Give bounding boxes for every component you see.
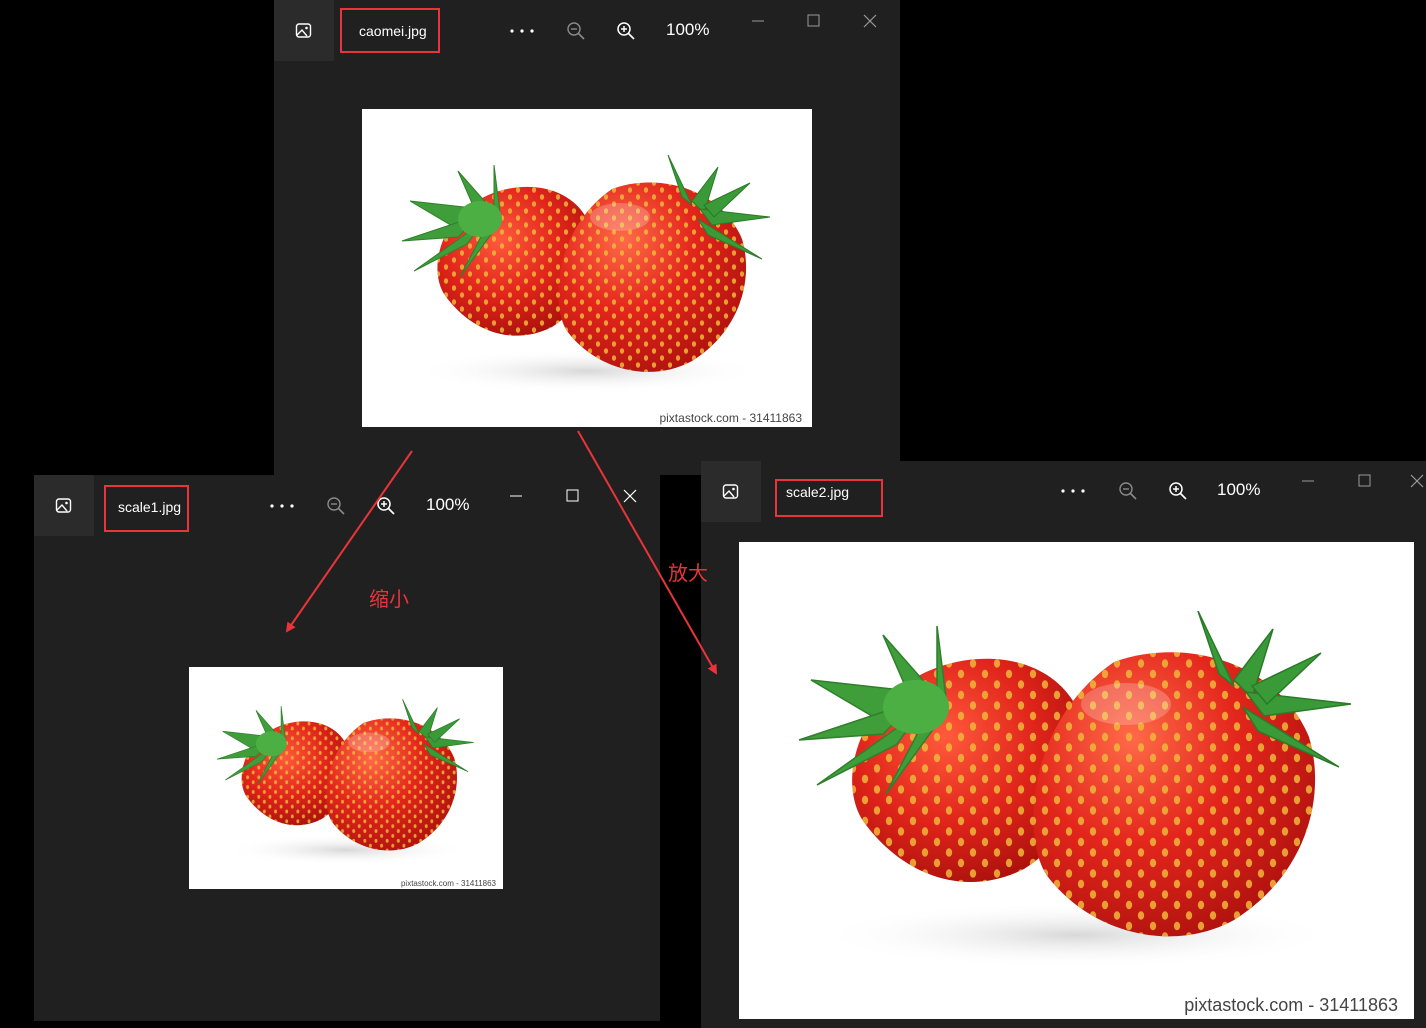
- enlarge-label: 放大: [668, 561, 708, 585]
- enlarge-arrow: [577, 430, 717, 675]
- shrink-label: 缩小: [369, 587, 409, 611]
- annotation-arrows: [285, 430, 717, 675]
